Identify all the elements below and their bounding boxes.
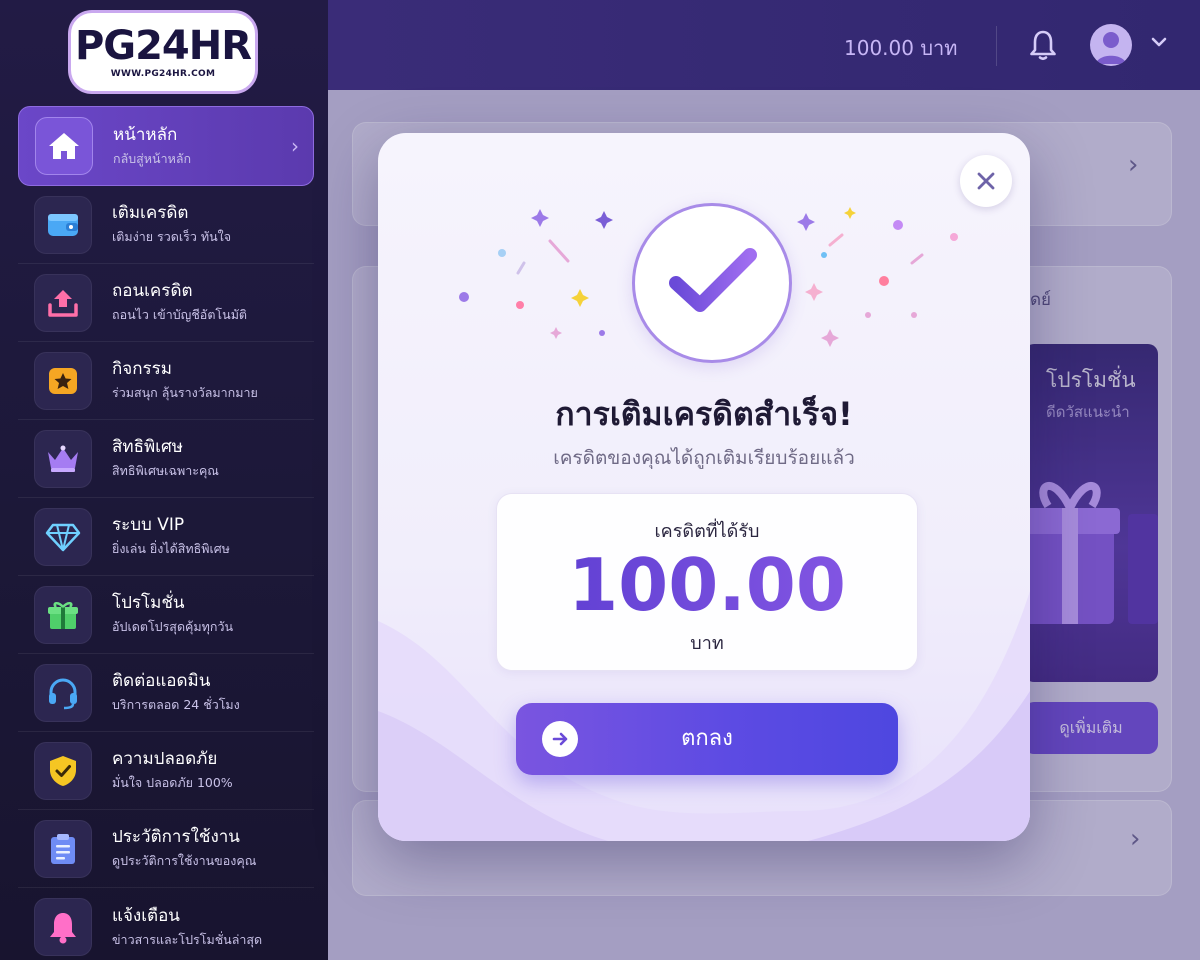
brand-logo[interactable]: PG24HR WWW.PG24HR.COM	[68, 10, 258, 94]
credit-unit: บาท	[690, 633, 724, 654]
sidebar-item-security[interactable]: ความปลอดภัย มั่นใจ ปลอดภัย 100%	[18, 732, 314, 810]
sidebar-item-subtitle: ถอนไว เข้าบัญชีอัตโนมัติ	[112, 307, 248, 322]
upload-icon	[34, 273, 92, 332]
sidebar-item-subtitle: อัปเดตโปรสุดคุ้มทุกวัน	[112, 619, 234, 634]
sidebar-item-activity[interactable]: กิจกรรม ร่วมสนุก ลุ้นรางวัลมากมาย	[18, 342, 314, 420]
top-bar: 100.00 บาท	[328, 0, 1200, 90]
sidebar-item-subtitle: ข่าวสารและโปรโมชั่นล่าสุด	[112, 931, 263, 947]
sidebar-menu: หน้าหลัก กลับสู่หน้าหลัก › เติมเครดิต เต…	[18, 106, 314, 960]
sidebar: PG24HR WWW.PG24HR.COM หน้าหลัก กลับสู่หน…	[0, 0, 328, 960]
headset-icon	[34, 663, 92, 722]
sidebar-item-title: แจ้งเตือน	[112, 905, 180, 926]
sidebar-item-promotion[interactable]: โปรโมชั่น อัปเดตโปรสุดคุ้มทุกวัน	[18, 576, 314, 654]
sidebar-item-subtitle: มั่นใจ ปลอดภัย 100%	[112, 775, 233, 790]
crown-icon	[34, 429, 92, 488]
sidebar-item-subtitle: ยิ่งเล่น ยิ่งได้สิทธิพิเศษ	[112, 541, 230, 556]
sidebar-item-subtitle: บริการตลอด 24 ชั่วโมง	[112, 697, 240, 712]
clipboard-icon	[34, 819, 92, 878]
credit-amount: 100.00	[497, 542, 917, 628]
close-icon	[977, 172, 995, 190]
credit-label: เครดิตที่ได้รับ	[654, 521, 760, 542]
modal-title: การเติมเครดิตสำเร็จ!	[555, 395, 853, 433]
sidebar-item-title: ติดต่อแอดมิน	[112, 671, 211, 691]
sidebar-item-title: เติมเครดิต	[112, 203, 189, 223]
sidebar-item-title: ระบบ VIP	[112, 515, 185, 535]
sidebar-item-subtitle: กลับสู่หน้าหลัก	[113, 150, 192, 166]
topup-success-modal: การเติมเครดิตสำเร็จ! เครดิตของคุณได้ถูกเ…	[378, 133, 1030, 841]
modal-subtitle: เครดิตของคุณได้ถูกเติมเรียบร้อยแล้ว	[553, 447, 855, 469]
sidebar-item-subtitle: สิทธิพิเศษเฉพาะคุณ	[112, 463, 219, 478]
credit-summary-card: เครดิตที่ได้รับ 100.00 บาท	[496, 493, 918, 671]
sidebar-item-contact-admin[interactable]: ติดต่อแอดมิน บริการตลอด 24 ชั่วโมง	[18, 654, 314, 732]
sidebar-item-title: หน้าหลัก	[113, 124, 178, 145]
sidebar-item-title: โปรโมชั่น	[112, 593, 185, 613]
avatar[interactable]	[1090, 24, 1132, 66]
bell-icon[interactable]	[1028, 28, 1058, 62]
ok-button-label: ตกลง	[681, 726, 733, 751]
sidebar-item-title: ประวัติการใช้งาน	[112, 827, 240, 847]
sidebar-item-subtitle: ร่วมสนุก ลุ้นรางวัลมากมาย	[112, 385, 258, 400]
chevron-down-icon[interactable]	[1150, 34, 1168, 48]
sidebar-item-withdraw[interactable]: ถอนเครดิต ถอนไว เข้าบัญชีอัตโนมัติ	[18, 264, 314, 342]
balance-display: 100.00 บาท	[844, 36, 958, 60]
chevron-right-icon: ›	[291, 134, 299, 158]
sidebar-item-title: กิจกรรม	[112, 359, 173, 379]
shield-icon	[34, 741, 92, 800]
sidebar-item-topup[interactable]: เติมเครดิต เติมง่าย รวดเร็ว ทันใจ	[18, 186, 314, 264]
sidebar-item-title: สิทธิพิเศษ	[112, 437, 183, 457]
bell-icon	[34, 898, 92, 956]
sidebar-item-home[interactable]: หน้าหลัก กลับสู่หน้าหลัก ›	[18, 106, 314, 186]
divider	[996, 26, 997, 66]
ok-button[interactable]: ตกลง	[516, 703, 898, 775]
sidebar-item-history[interactable]: ประวัติการใช้งาน ดูประวัติการใช้งานของคุ…	[18, 810, 314, 888]
star-icon	[34, 351, 92, 410]
diamond-icon	[34, 507, 92, 566]
wallet-icon	[34, 195, 92, 254]
success-check-icon	[632, 203, 792, 363]
sidebar-item-title: ความปลอดภัย	[112, 749, 218, 769]
sidebar-item-privileges[interactable]: สิทธิพิเศษ สิทธิพิเศษเฉพาะคุณ	[18, 420, 314, 498]
sidebar-item-subtitle: เติมง่าย รวดเร็ว ทันใจ	[112, 229, 232, 244]
sidebar-item-title: ถอนเครดิต	[112, 281, 193, 301]
home-icon	[35, 117, 93, 175]
gift-icon	[34, 585, 92, 644]
logo-url: WWW.PG24HR.COM	[110, 69, 216, 79]
sidebar-item-vip[interactable]: ระบบ VIP ยิ่งเล่น ยิ่งได้สิทธิพิเศษ	[18, 498, 314, 576]
sidebar-item-notifications[interactable]: แจ้งเตือน ข่าวสารและโปรโมชั่นล่าสุด	[18, 888, 314, 960]
logo-text: PG24HR	[74, 23, 252, 69]
sidebar-item-subtitle: ดูประวัติการใช้งานของคุณ	[112, 853, 257, 868]
